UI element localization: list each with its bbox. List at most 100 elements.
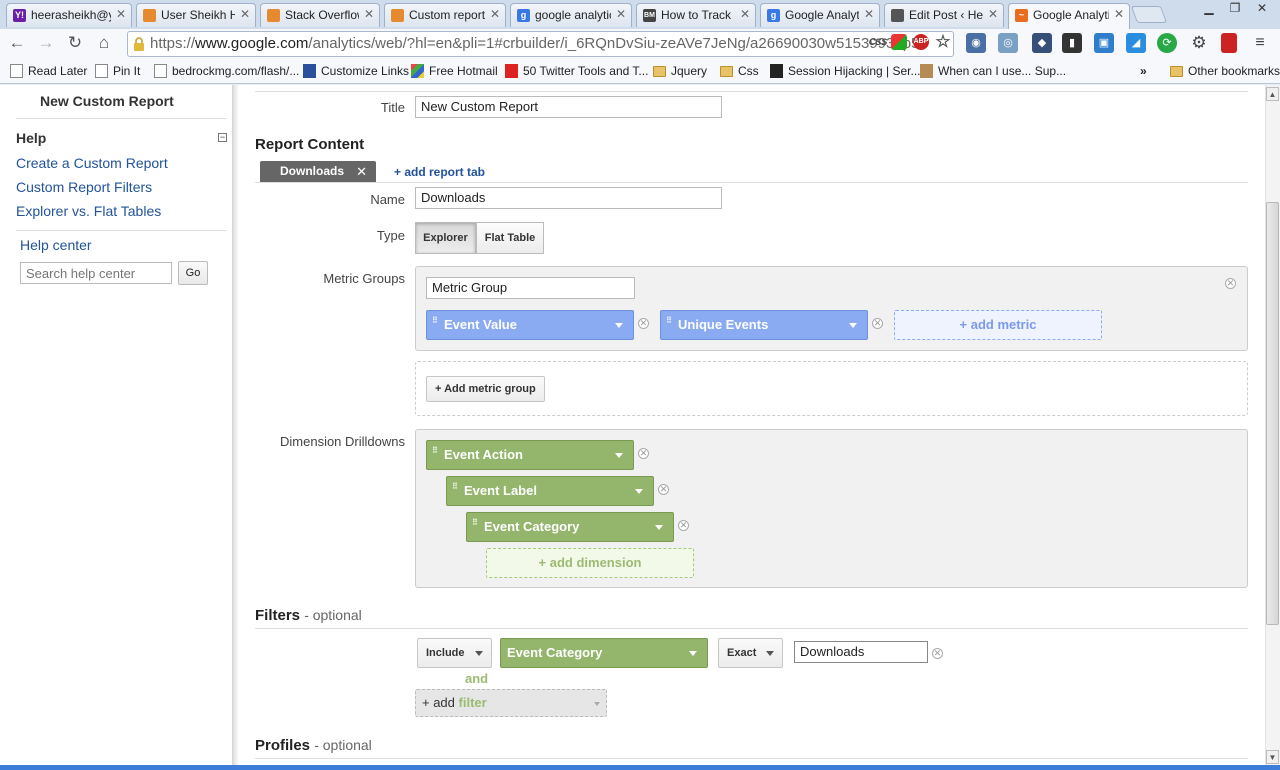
bookmarks-overflow-button[interactable]: » bbox=[1140, 62, 1147, 80]
extension-icon[interactable]: ◢ bbox=[1126, 33, 1146, 53]
scrollbar-thumb[interactable] bbox=[1266, 202, 1279, 625]
address-bar[interactable]: https://www.google.com/analytics/web/?hl… bbox=[127, 31, 954, 57]
home-icon[interactable]: ⌂ bbox=[92, 32, 116, 56]
filter-dimension-dropdown[interactable]: Event Category bbox=[500, 638, 708, 668]
help-center-link[interactable]: Help center bbox=[20, 237, 92, 253]
drag-handle-icon[interactable]: ⠿ bbox=[452, 483, 458, 497]
dimension-chip-event-category[interactable]: ⠿ Event Category bbox=[466, 512, 674, 542]
metric-chip-unique-events[interactable]: ⠿ Unique Events bbox=[660, 310, 868, 340]
drag-handle-icon[interactable]: ⠿ bbox=[432, 447, 438, 461]
remove-icon[interactable]: ✕ bbox=[638, 318, 649, 329]
browser-tab-active[interactable]: ~ Google Analytic ✕ bbox=[1008, 3, 1130, 29]
close-icon[interactable]: ✕ bbox=[616, 7, 626, 21]
window-close-icon[interactable]: ✕ bbox=[1248, 0, 1276, 18]
browser-tab[interactable]: User Sheikh Hee ✕ bbox=[136, 3, 256, 27]
adblock-icon[interactable]: ABP bbox=[913, 34, 929, 50]
browser-tab[interactable]: Custom reports ✕ bbox=[384, 3, 506, 27]
help-link-create-custom-report[interactable]: Create a Custom Report bbox=[16, 155, 168, 171]
bookmark-item[interactable]: Customize Links bbox=[301, 62, 409, 80]
remove-icon[interactable]: ✕ bbox=[1225, 278, 1236, 289]
browser-tab[interactable]: Edit Post ‹ Heer ✕ bbox=[884, 3, 1004, 27]
add-metric-group-button[interactable]: + Add metric group bbox=[426, 376, 545, 402]
dimension-chip-event-label[interactable]: ⠿ Event Label bbox=[446, 476, 654, 506]
bookmark-folder[interactable]: Css bbox=[718, 62, 759, 80]
dimension-panel: ⠿ Event Action ✕ ⠿ Event Label ✕ ⠿ Event Ca… bbox=[415, 429, 1248, 588]
close-icon[interactable]: ✕ bbox=[490, 7, 500, 21]
add-dimension-button[interactable]: + add dimension bbox=[486, 548, 694, 578]
go-button[interactable]: Go bbox=[178, 261, 208, 285]
metric-chip-event-value[interactable]: ⠿ Event Value bbox=[426, 310, 634, 340]
bookmark-item[interactable]: Read Later bbox=[8, 62, 87, 80]
gear-icon[interactable]: ⚙ bbox=[1189, 33, 1209, 53]
tab-label: Custom reports bbox=[409, 8, 485, 22]
scroll-down-arrow-icon[interactable]: ▼ bbox=[1266, 750, 1279, 764]
remove-icon[interactable]: ✕ bbox=[872, 318, 883, 329]
metric-group-name-input[interactable]: Metric Group bbox=[426, 277, 635, 299]
browser-tab[interactable]: g Google Analytic ✕ bbox=[760, 3, 880, 27]
optional-text: - optional bbox=[304, 607, 362, 623]
filter-value-input[interactable]: Downloads bbox=[794, 641, 928, 663]
type-flat-table-button[interactable]: Flat Table bbox=[476, 222, 544, 254]
bookmark-item[interactable]: 50 Twitter Tools and T... bbox=[503, 62, 648, 80]
browser-tab[interactable]: Y! heerasheikh@y ✕ bbox=[6, 3, 132, 27]
add-report-tab-link[interactable]: + add report tab bbox=[394, 165, 485, 179]
bookmark-item[interactable]: Session Hijacking | Ser... bbox=[768, 62, 921, 80]
browser-tab[interactable]: Stack Overflow ✕ bbox=[260, 3, 380, 27]
extension-icon[interactable]: ◉ bbox=[966, 33, 986, 53]
add-metric-button[interactable]: + add metric bbox=[894, 310, 1102, 340]
close-icon[interactable]: ✕ bbox=[356, 161, 367, 182]
back-arrow-icon[interactable]: ← bbox=[5, 32, 29, 56]
remove-icon[interactable]: ✕ bbox=[678, 520, 689, 531]
reload-icon[interactable]: ↻ bbox=[63, 32, 87, 56]
close-icon[interactable]: ✕ bbox=[1114, 7, 1124, 21]
report-title-input[interactable]: New Custom Report bbox=[415, 96, 722, 118]
include-exclude-dropdown[interactable]: Include bbox=[417, 638, 492, 668]
help-search-input[interactable] bbox=[20, 262, 172, 284]
restore-icon[interactable]: ❐ bbox=[1222, 0, 1248, 18]
dimension-chip-event-action[interactable]: ⠿ Event Action bbox=[426, 440, 634, 470]
extension-icon[interactable]: ⟳ bbox=[1157, 33, 1177, 53]
close-icon[interactable]: ✕ bbox=[116, 7, 126, 21]
tab-strip: Y! heerasheikh@y ✕ User Sheikh Hee ✕ Sta… bbox=[0, 0, 1280, 29]
other-bookmarks-folder[interactable]: Other bookmarks bbox=[1168, 62, 1280, 80]
bookmark-folder[interactable]: Jquery bbox=[651, 62, 707, 80]
drag-handle-icon[interactable]: ⠿ bbox=[666, 317, 672, 331]
help-link-explorer-vs-flat[interactable]: Explorer vs. Flat Tables bbox=[16, 203, 161, 219]
close-icon[interactable]: ✕ bbox=[240, 7, 250, 21]
close-icon[interactable]: ✕ bbox=[988, 7, 998, 21]
extension-icon[interactable]: ◆ bbox=[1032, 33, 1052, 53]
star-icon[interactable]: ☆ bbox=[935, 33, 951, 50]
bookmark-item[interactable]: When can I use... Sup... bbox=[918, 62, 1066, 80]
match-type-dropdown[interactable]: Exact bbox=[718, 638, 784, 668]
close-icon[interactable]: ✕ bbox=[740, 7, 750, 21]
menu-icon[interactable]: ≡ bbox=[1250, 33, 1270, 53]
drag-handle-icon[interactable]: ⠿ bbox=[472, 519, 478, 533]
help-link-custom-report-filters[interactable]: Custom Report Filters bbox=[16, 179, 152, 195]
translate-icon[interactable] bbox=[891, 34, 907, 50]
bookmark-item[interactable]: bedrockmg.com/flash/... bbox=[152, 62, 299, 80]
add-filter-button[interactable]: + add filter bbox=[415, 689, 607, 717]
css-badge-icon[interactable]: CSS bbox=[868, 34, 888, 50]
close-icon[interactable]: ✕ bbox=[864, 7, 874, 21]
extension-icon[interactable]: ◎ bbox=[998, 33, 1018, 53]
type-explorer-button[interactable]: Explorer bbox=[415, 222, 476, 254]
close-icon[interactable]: ✕ bbox=[364, 7, 374, 21]
browser-tab[interactable]: g google analytics ✕ bbox=[510, 3, 632, 27]
tab-name-input[interactable]: Downloads bbox=[415, 187, 722, 209]
extension-icon[interactable]: ▮ bbox=[1062, 33, 1082, 53]
extension-icon[interactable] bbox=[1221, 33, 1237, 53]
remove-icon[interactable]: ✕ bbox=[638, 448, 649, 459]
report-tab-downloads[interactable]: Downloads ✕ bbox=[260, 161, 376, 182]
extension-icon[interactable]: ▣ bbox=[1094, 33, 1114, 53]
collapse-icon[interactable]: − bbox=[218, 133, 227, 142]
browser-tab[interactable]: BM How to Track Fi ✕ bbox=[636, 3, 756, 27]
forward-arrow-icon[interactable]: → bbox=[34, 32, 58, 56]
drag-handle-icon[interactable]: ⠿ bbox=[432, 317, 438, 331]
bookmark-item[interactable]: Pin It bbox=[93, 62, 140, 80]
remove-icon[interactable]: ✕ bbox=[932, 648, 943, 659]
bookmark-item[interactable]: Free Hotmail bbox=[409, 62, 498, 80]
scroll-up-arrow-icon[interactable]: ▲ bbox=[1266, 87, 1279, 101]
minimize-icon[interactable]: ▁ bbox=[1196, 0, 1222, 18]
new-tab-button[interactable] bbox=[1130, 6, 1168, 23]
remove-icon[interactable]: ✕ bbox=[658, 484, 669, 495]
